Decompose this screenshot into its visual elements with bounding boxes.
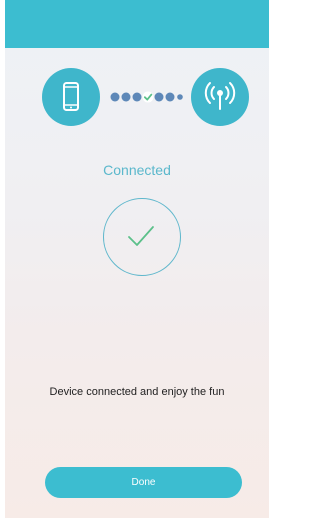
- router-device-circle: [191, 68, 249, 126]
- connection-message: Device connected and enjoy the fun: [49, 386, 225, 398]
- success-check-circle: [103, 198, 181, 276]
- connection-dot: [165, 92, 175, 102]
- connection-dot: [154, 92, 164, 102]
- connection-dot: [132, 92, 142, 102]
- connection-dots: [110, 91, 183, 103]
- checkmark-icon: [128, 226, 154, 246]
- antenna-icon: [204, 82, 236, 110]
- app-screen: Connected Device connected and enjoy the…: [5, 0, 269, 518]
- pairing-status-graphic: [5, 68, 269, 126]
- connection-dot: [177, 94, 183, 100]
- header-bar: [5, 0, 269, 48]
- connection-status-title: Connected: [103, 162, 171, 178]
- phone-device-circle: [42, 68, 100, 126]
- done-button[interactable]: Done: [45, 467, 242, 498]
- phone-icon: [63, 82, 79, 111]
- connection-dot: [110, 92, 120, 102]
- connection-dot: [121, 92, 131, 102]
